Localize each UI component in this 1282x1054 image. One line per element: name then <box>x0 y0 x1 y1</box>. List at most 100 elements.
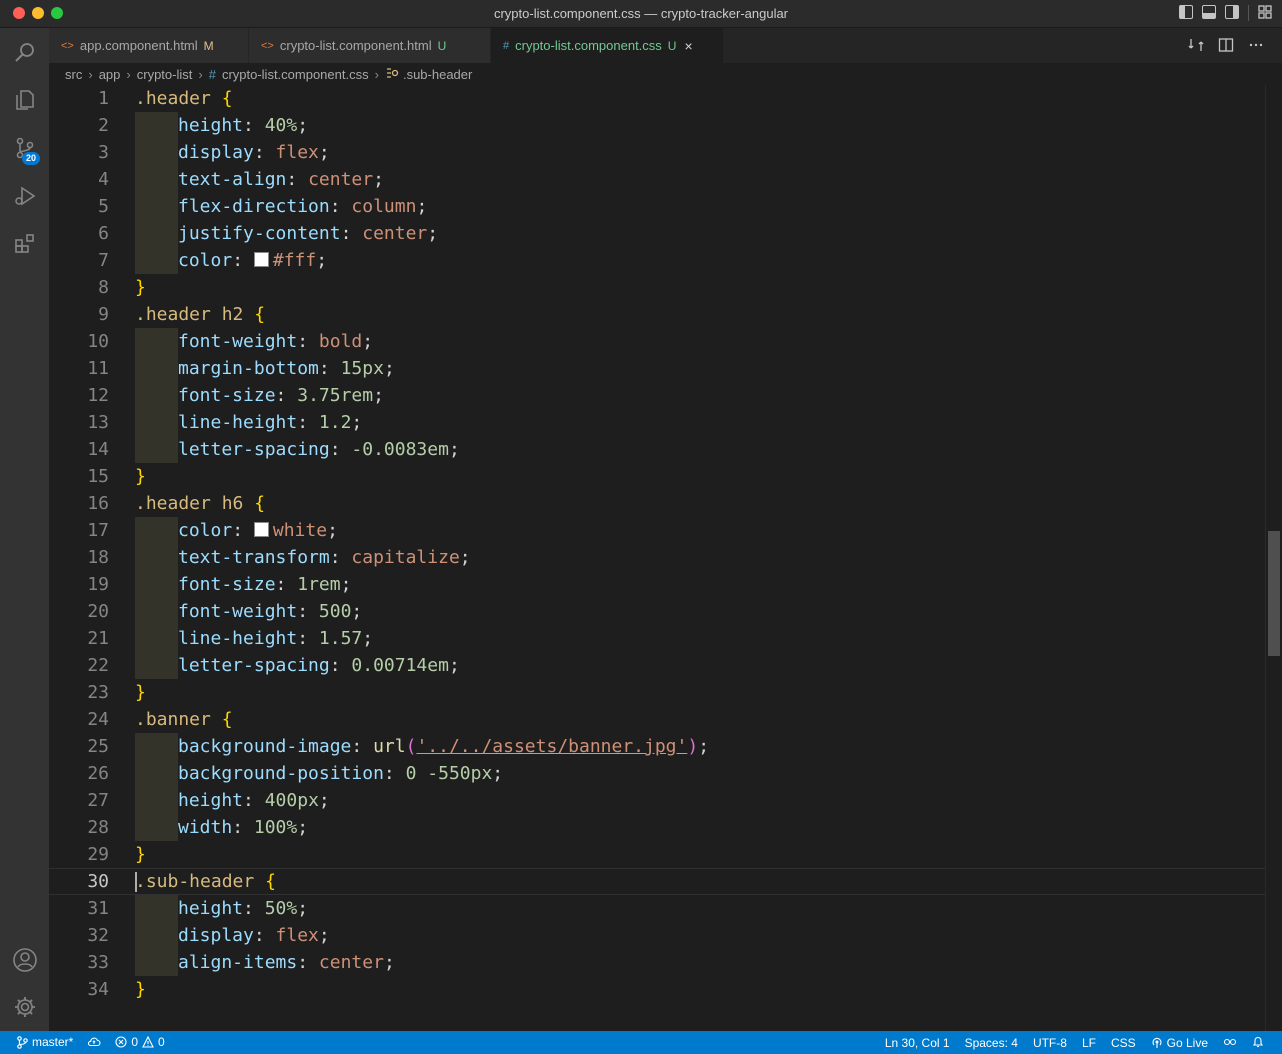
indent-guide <box>135 382 178 409</box>
code-line[interactable]: 25 background-image: url('../../assets/ba… <box>49 733 1265 760</box>
run-debug-icon[interactable] <box>0 172 49 220</box>
code-token: : <box>243 790 265 811</box>
code-token: ; <box>297 898 309 919</box>
broadcast-icon <box>1152 1037 1162 1048</box>
code-token: { <box>265 871 276 892</box>
split-editor-icon[interactable] <box>1218 37 1234 56</box>
code-line[interactable]: 34} <box>49 976 1265 1003</box>
code-line[interactable]: 19 font-size: 1rem; <box>49 571 1265 598</box>
code-line[interactable]: 26 background-position: 0 -550px; <box>49 760 1265 787</box>
more-actions-icon[interactable] <box>1248 37 1264 56</box>
line-ending[interactable]: LF <box>1082 1036 1096 1050</box>
editor-actions <box>1188 37 1264 56</box>
compare-changes-icon[interactable] <box>1188 37 1204 56</box>
code-text: height: 50%; <box>178 895 308 922</box>
indent-guide <box>135 517 178 544</box>
code-text: .header h6 { <box>135 490 265 517</box>
code-line[interactable]: 22 letter-spacing: 0.00714em; <box>49 652 1265 679</box>
breadcrumb-item-src[interactable]: src <box>65 67 82 82</box>
code-token: .header <box>135 88 211 109</box>
code-line[interactable]: 16 .header h6 { <box>49 490 1265 517</box>
code-line[interactable]: 21 line-height: 1.57; <box>49 625 1265 652</box>
tab-app-component-html[interactable]: <> app.component.html M <box>49 28 249 63</box>
code-line[interactable]: 32 display: flex; <box>49 922 1265 949</box>
code-line[interactable]: 24 .banner { <box>49 706 1265 733</box>
breadcrumb-item-symbol[interactable]: .sub-header <box>403 67 472 82</box>
code-text: font-weight: bold; <box>178 328 373 355</box>
code-line[interactable]: 27 height: 400px; <box>49 787 1265 814</box>
tab-crypto-list-component-css[interactable]: # crypto-list.component.css U × <box>491 28 724 63</box>
code-line[interactable]: 9 .header h2 { <box>49 301 1265 328</box>
code-line[interactable]: 30 .sub-header { <box>49 868 1265 895</box>
code-line[interactable]: 33 align-items: center; <box>49 949 1265 976</box>
html-file-icon: <> <box>61 39 74 52</box>
code-token: : <box>286 169 309 190</box>
color-swatch[interactable] <box>253 522 269 537</box>
code-token: ; <box>318 925 330 946</box>
tab-crypto-list-component-html[interactable]: <> crypto-list.component.html U <box>249 28 491 63</box>
explorer-icon[interactable] <box>0 76 49 124</box>
source-control-icon[interactable]: 20 <box>0 124 49 172</box>
code-line[interactable]: 18 text-transform: capitalize; <box>49 544 1265 571</box>
code-token: { <box>221 709 233 730</box>
code-line[interactable]: 7 color: #fff; <box>49 247 1265 274</box>
problems-indicator[interactable]: 0 0 <box>115 1035 165 1049</box>
encoding[interactable]: UTF-8 <box>1033 1036 1067 1050</box>
scrollbar-thumb[interactable] <box>1268 531 1280 656</box>
code-line[interactable]: 20 font-weight: 500; <box>49 598 1265 625</box>
code-line[interactable]: 5 flex-direction: column; <box>49 193 1265 220</box>
code-line[interactable]: 11 margin-bottom: 15px; <box>49 355 1265 382</box>
code-token: 400px <box>264 790 319 811</box>
toggle-secondary-sidebar-icon[interactable] <box>1225 5 1239 19</box>
color-swatch[interactable] <box>253 252 269 267</box>
line-number: 22 <box>87 655 109 676</box>
vertical-scrollbar[interactable] <box>1265 85 1282 1031</box>
toggle-primary-sidebar-icon[interactable] <box>1179 5 1193 19</box>
search-icon[interactable] <box>0 28 49 76</box>
language-mode[interactable]: CSS <box>1111 1036 1136 1050</box>
code-text: font-size: 1rem; <box>178 571 351 598</box>
feedback-icon[interactable] <box>1223 1036 1237 1051</box>
code-line[interactable]: 1 .header { <box>49 85 1265 112</box>
code-line[interactable]: 28 width: 100%; <box>49 814 1265 841</box>
sync-icon[interactable] <box>87 1036 101 1048</box>
go-live-button[interactable]: Go Live <box>1151 1036 1208 1050</box>
tab-status: M <box>203 38 214 53</box>
code-line[interactable]: 6 justify-content: center; <box>49 220 1265 247</box>
code-line[interactable]: 3 display: flex; <box>49 139 1265 166</box>
breadcrumb-item-app[interactable]: app <box>99 67 121 82</box>
indentation[interactable]: Spaces: 4 <box>965 1036 1018 1050</box>
customize-layout-icon[interactable] <box>1258 5 1272 19</box>
indent-guide <box>135 733 178 760</box>
code-line[interactable]: 8} <box>49 274 1265 301</box>
bell-icon[interactable] <box>1252 1035 1264 1051</box>
code-line[interactable]: 10 font-weight: bold; <box>49 328 1265 355</box>
code-text: font-weight: 500; <box>178 598 362 625</box>
layout-controls <box>1179 5 1272 21</box>
code-line[interactable]: 17 color: white; <box>49 517 1265 544</box>
code-editor[interactable]: 1 .header {2 height: 40%; 3 display: flex; 4 t… <box>49 85 1265 1031</box>
code-line[interactable]: 2 height: 40%; <box>49 112 1265 139</box>
breadcrumb-item-crypto-list[interactable]: crypto-list <box>137 67 193 82</box>
code-line[interactable]: 14 letter-spacing: -0.0083em; <box>49 436 1265 463</box>
code-line[interactable]: 31 height: 50%; <box>49 895 1265 922</box>
settings-gear-icon[interactable] <box>0 983 49 1031</box>
code-line[interactable]: 12 font-size: 3.75rem; <box>49 382 1265 409</box>
code-line[interactable]: 4 text-align: center; <box>49 166 1265 193</box>
extensions-icon[interactable] <box>0 220 49 268</box>
code-token: font-weight <box>178 601 298 622</box>
account-icon[interactable] <box>0 936 49 984</box>
close-icon[interactable]: × <box>684 38 692 54</box>
code-line[interactable]: 29} <box>49 841 1265 868</box>
indent-guide <box>135 328 178 355</box>
branch-indicator[interactable]: master* <box>17 1035 73 1049</box>
code-line[interactable]: 15} <box>49 463 1265 490</box>
code-line[interactable]: 23} <box>49 679 1265 706</box>
code-token: center <box>318 952 384 973</box>
code-line[interactable]: 13 line-height: 1.2; <box>49 409 1265 436</box>
toggle-panel-icon[interactable] <box>1202 5 1216 19</box>
breadcrumb-item-file[interactable]: crypto-list.component.css <box>222 67 369 82</box>
cursor-position[interactable]: Ln 30, Col 1 <box>885 1036 950 1050</box>
code-text: flex-direction: column; <box>178 193 427 220</box>
